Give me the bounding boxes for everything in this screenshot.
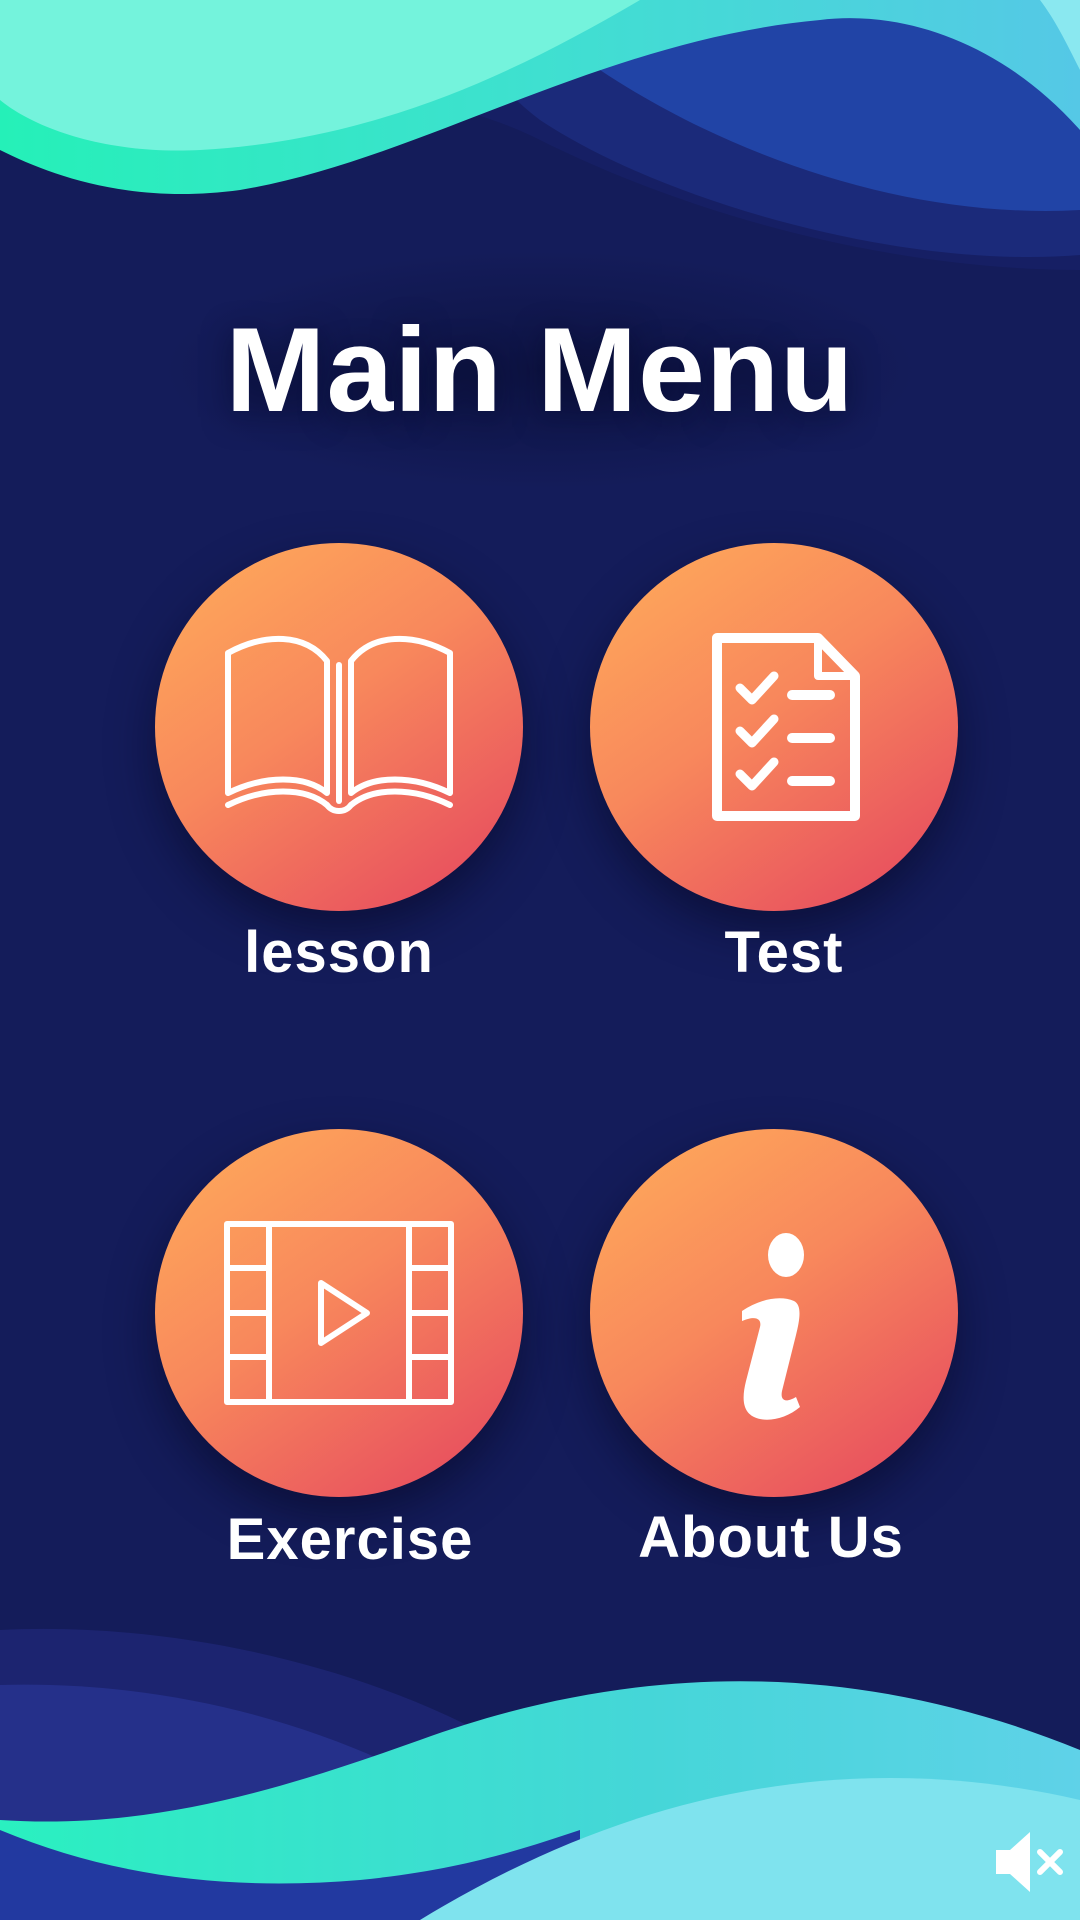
about-label: About Us <box>638 1505 904 1570</box>
lesson-button[interactable] <box>155 543 523 911</box>
info-icon <box>742 1233 804 1420</box>
test-label: Test <box>724 920 844 985</box>
lesson-label: lesson <box>244 920 434 985</box>
page-title: Main Menu <box>225 303 855 437</box>
video-play-film-icon <box>224 1221 454 1405</box>
open-book-icon <box>225 635 453 814</box>
mute-button[interactable] <box>990 1822 1070 1902</box>
checklist-document-icon <box>712 633 860 821</box>
about-button[interactable] <box>590 1129 958 1497</box>
exercise-button[interactable] <box>155 1129 523 1497</box>
exercise-label: Exercise <box>226 1507 474 1572</box>
speaker-muted-icon <box>996 1832 1063 1892</box>
test-button[interactable] <box>590 543 958 911</box>
